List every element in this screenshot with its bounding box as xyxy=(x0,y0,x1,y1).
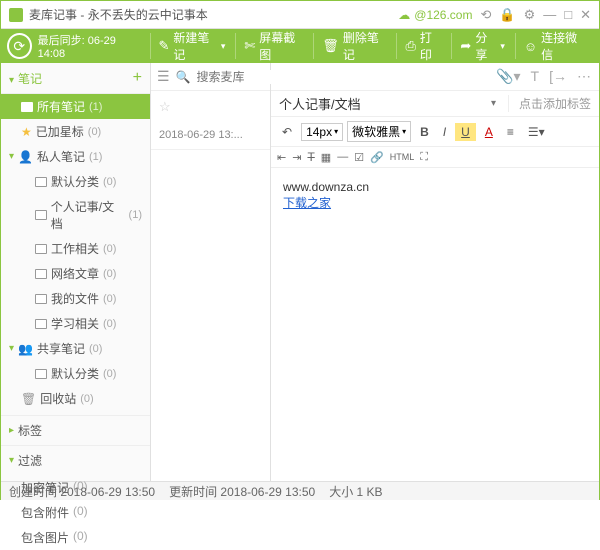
body-link[interactable]: 下载之家 xyxy=(283,196,331,210)
filter-item[interactable]: 包含图片 (0) xyxy=(1,525,150,550)
folder-icon xyxy=(35,210,47,220)
settings-icon[interactable]: ⚙ xyxy=(524,7,536,23)
notes-section-header[interactable]: ▾笔记 + xyxy=(1,63,150,94)
folder-icon xyxy=(35,294,47,304)
sidebar-item[interactable]: 网络文章 (0) xyxy=(1,261,150,286)
folder-icon xyxy=(35,244,47,254)
wechat-button[interactable]: ☺连接微信 xyxy=(515,33,593,59)
people-icon: 👥 xyxy=(18,342,33,356)
pencil-icon: ✎ xyxy=(159,38,170,54)
cloud-icon[interactable]: ☁ xyxy=(398,8,410,22)
trash-icon: 🗑 xyxy=(21,392,36,406)
body-text-line: www.downza.cn xyxy=(283,180,587,194)
export-icon[interactable]: [→ xyxy=(549,68,567,85)
person-icon: 👤 xyxy=(18,150,33,164)
list-view-icon[interactable]: ☰ xyxy=(157,68,170,85)
more-icon[interactable]: ⋯ xyxy=(577,68,591,85)
folder-icon xyxy=(35,319,47,329)
fullscreen-button[interactable]: ⛶ xyxy=(420,151,428,164)
outdent-button[interactable]: ⇤ xyxy=(277,151,286,164)
scissors-icon: ✄ xyxy=(244,38,255,54)
editor-body[interactable]: www.downza.cn 下载之家 xyxy=(271,168,599,481)
window-title: 麦库记事 - 永不丢失的云中记事本 xyxy=(29,6,398,23)
new-note-button[interactable]: ✎新建笔记▾ xyxy=(150,33,234,59)
trash-icon: 🗑 xyxy=(322,38,339,54)
close-icon[interactable]: ✕ xyxy=(580,7,591,23)
wechat-icon: ☺ xyxy=(524,39,537,54)
app-logo xyxy=(9,8,23,22)
chevron-down-icon: ▾ xyxy=(9,151,14,162)
checkbox-button[interactable]: ☑ xyxy=(354,151,364,164)
folder-icon xyxy=(35,269,47,279)
sidebar-shared[interactable]: ▾ 👥 共享笔记(0) xyxy=(1,336,150,361)
screenshot-button[interactable]: ✄屏幕截图 xyxy=(235,33,311,59)
insert-table-button[interactable]: ▦ xyxy=(321,151,331,164)
print-icon: ⎙ xyxy=(405,38,415,54)
chevron-right-icon: ▸ xyxy=(9,425,14,436)
user-email[interactable]: @126.com xyxy=(414,8,472,22)
sidebar-item[interactable]: 我的文件 (0) xyxy=(1,286,150,311)
chevron-down-icon: ▾ xyxy=(9,455,14,466)
sync-icon[interactable]: ⟳ xyxy=(7,33,32,59)
delete-note-button[interactable]: 🗑删除笔记 xyxy=(313,33,394,59)
star-icon: ★ xyxy=(21,125,32,139)
status-updated: 更新时间 2018-06-29 13:50 xyxy=(169,483,315,500)
text-tool-icon[interactable]: T xyxy=(531,68,540,85)
sidebar-item[interactable]: 工作相关 (0) xyxy=(1,236,150,261)
add-tags-button[interactable]: 点击添加标签 xyxy=(508,95,591,112)
sidebar-trash[interactable]: 🗑 回收站(0) xyxy=(1,386,150,411)
list-button[interactable]: ☰▾ xyxy=(523,122,550,142)
folder-icon xyxy=(35,177,47,187)
bold-button[interactable]: B xyxy=(415,122,434,142)
sidebar-item[interactable]: 个人记事/文档 (1) xyxy=(1,194,150,236)
minimize-icon[interactable]: — xyxy=(543,7,556,23)
folder-icon xyxy=(21,102,33,112)
chevron-down-icon: ▾ xyxy=(9,343,14,354)
refresh-icon[interactable]: ⟲ xyxy=(480,7,491,23)
share-button[interactable]: ➦分享▾ xyxy=(451,33,512,59)
indent-button[interactable]: ⇥ xyxy=(292,151,301,164)
filter-item[interactable]: 包含附件 (0) xyxy=(1,500,150,525)
status-created: 创建时间 2018-06-29 13:50 xyxy=(9,483,155,500)
maximize-icon[interactable]: □ xyxy=(564,7,572,23)
status-size: 大小 1 KB xyxy=(329,483,382,500)
font-size-select[interactable]: 14px▾ xyxy=(301,123,343,141)
print-button[interactable]: ⎙打印 xyxy=(396,33,449,59)
tags-section-header[interactable]: ▸标签 xyxy=(1,415,150,445)
undo-icon[interactable]: ↶ xyxy=(277,122,297,142)
html-button[interactable]: HTML xyxy=(390,152,415,162)
strike-button[interactable]: T xyxy=(307,150,314,164)
search-icon: 🔍 xyxy=(176,70,191,84)
note-title-input[interactable] xyxy=(279,96,479,111)
attachment-icon[interactable]: 📎▾ xyxy=(496,68,520,85)
title-dropdown[interactable]: ▾ xyxy=(485,98,502,109)
link-button[interactable]: 🔗 xyxy=(370,151,384,164)
align-button[interactable]: ≡ xyxy=(502,122,519,142)
note-date: 2018-06-29 13:... xyxy=(159,129,262,141)
sidebar-all-notes[interactable]: 所有笔记(1) xyxy=(1,94,150,119)
star-outline-icon[interactable]: ☆ xyxy=(159,99,262,115)
sidebar-starred[interactable]: ★ 已加星标(0) xyxy=(1,119,150,144)
sidebar-item[interactable]: 默认分类 (0) xyxy=(1,169,150,194)
add-note-icon[interactable]: + xyxy=(133,69,142,87)
italic-button[interactable]: I xyxy=(438,122,451,142)
font-family-select[interactable]: 微软雅黑▾ xyxy=(347,121,411,142)
chevron-down-icon: ▾ xyxy=(9,75,14,86)
lock-icon[interactable]: 🔒 xyxy=(499,7,515,23)
sidebar-private[interactable]: ▾ 👤 私人笔记(1) xyxy=(1,144,150,169)
filter-section-header[interactable]: ▾过滤 xyxy=(1,445,150,475)
last-sync-label: 最后同步: 06-29 14:08 xyxy=(38,32,140,60)
sidebar-item[interactable]: 学习相关 (0) xyxy=(1,311,150,336)
font-color-button[interactable]: A xyxy=(480,122,498,142)
folder-icon xyxy=(35,369,47,379)
sidebar-item[interactable]: 默认分类 (0) xyxy=(1,361,150,386)
share-icon: ➦ xyxy=(460,38,471,54)
underline-button[interactable]: U xyxy=(455,123,476,141)
note-list-item[interactable]: ☆ 2018-06-29 13:... xyxy=(151,91,270,150)
hr-button[interactable]: — xyxy=(337,151,348,163)
